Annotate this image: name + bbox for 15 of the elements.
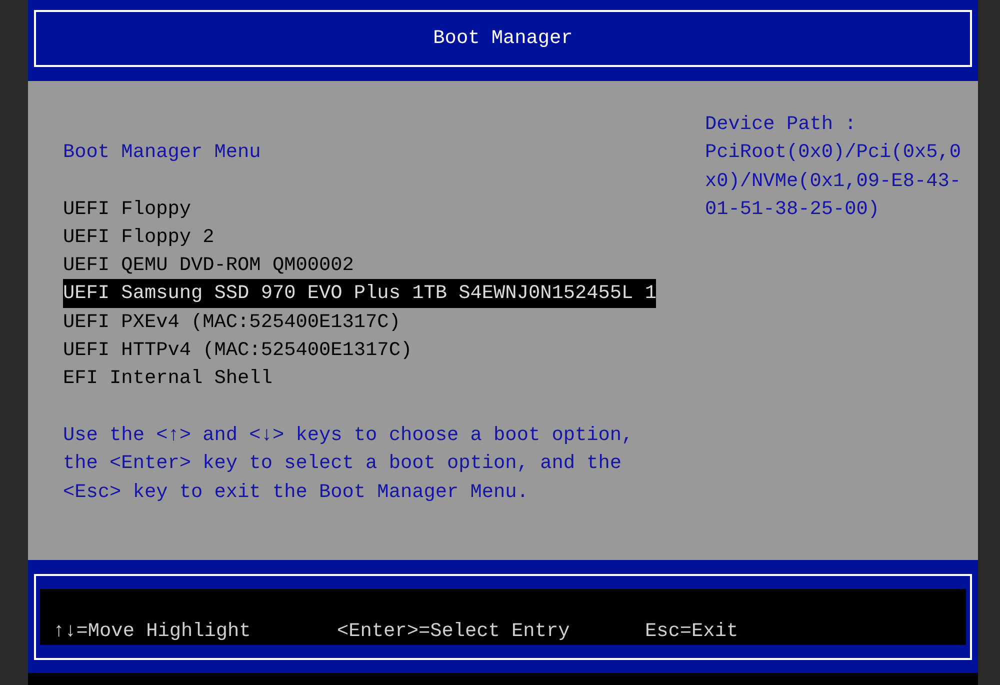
device-path-value: PciRoot(0x0)/Pci(0x5,0x0)/NVMe(0x1,09-E8-43-01-51-38-25-00)	[705, 140, 961, 222]
boot-option[interactable]: EFI Internal Shell	[63, 364, 272, 393]
boot-option[interactable]: UEFI HTTPv4 (MAC:525400E1317C)	[63, 336, 412, 364]
device-path-label: Device Path :	[705, 112, 856, 137]
key-hint: Esc=Exit	[645, 620, 738, 642]
boot-option[interactable]: UEFI PXEv4 (MAC:525400E1317C)	[63, 308, 400, 336]
boot-option[interactable]: UEFI QEMU DVD-ROM QM00002	[63, 251, 354, 280]
key-hint: ↑↓=Move Highlight	[53, 620, 251, 642]
menu-heading: Boot Manager Menu	[63, 140, 261, 165]
boot-option[interactable]: UEFI Floppy	[63, 194, 191, 223]
key-hint: <Enter>=Select Entry	[337, 620, 570, 642]
boot-option[interactable]: UEFI Samsung SSD 970 EVO Plus 1TB S4EWNJ0N152455L 1	[63, 279, 656, 308]
boot-option[interactable]: UEFI Floppy 2	[63, 222, 214, 252]
window-title: Boot Manager	[433, 26, 573, 52]
help-text: Use the <↑> and <↓> keys to choose a boot option, the <Enter> key to select a boot option, and the <Esc> key to exit the Boot Manager Menu.	[63, 422, 634, 505]
